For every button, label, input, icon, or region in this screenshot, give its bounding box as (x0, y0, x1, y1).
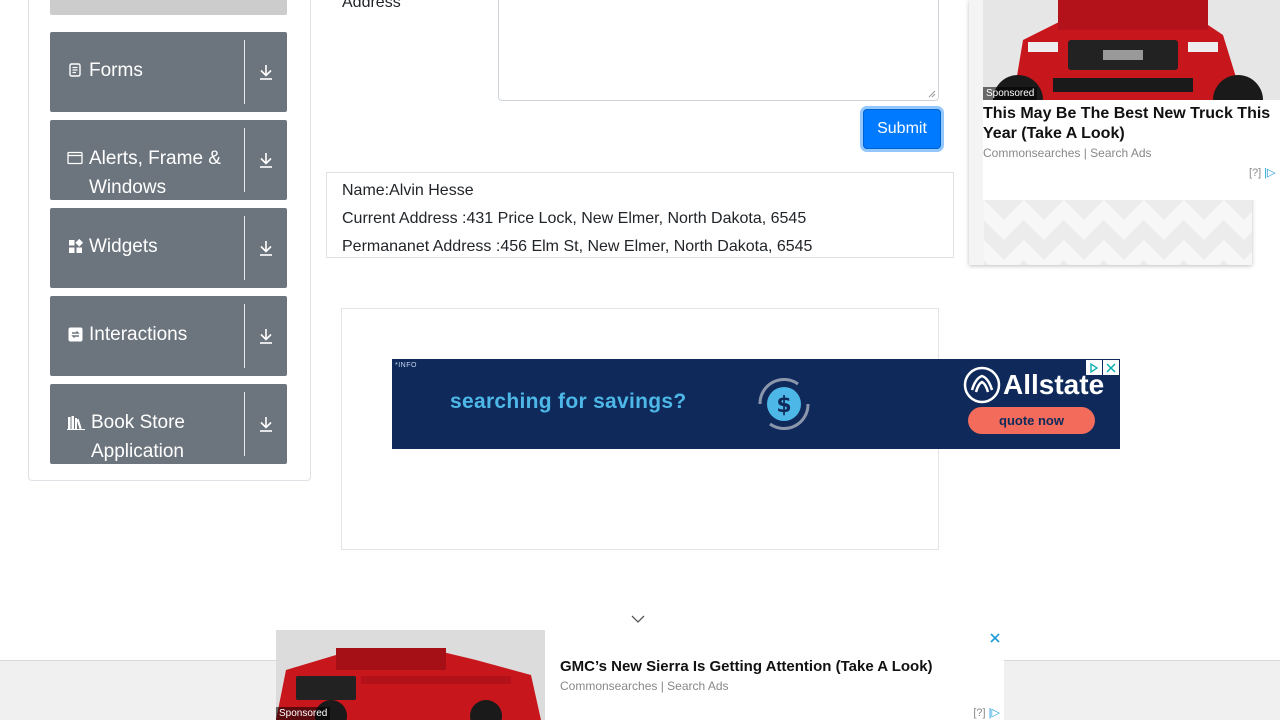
download-arrow-icon[interactable] (245, 208, 287, 288)
download-arrow-icon[interactable] (245, 296, 287, 376)
ad-headline[interactable]: This May Be The Best New Truck This Year… (983, 104, 1280, 144)
output-permanent-address: Permananet Address :456 Elm St, New Elme… (342, 238, 813, 255)
ad-tagline: searching for savings? (450, 390, 687, 413)
sidebar-group-widgets[interactable]: Widgets (50, 208, 287, 288)
sidebar-group-label: Alerts, Frame & Windows (89, 148, 221, 198)
adchoices-icon[interactable]: |▷ (1264, 167, 1275, 179)
sidebar-group-alerts[interactable]: Alerts, Frame & Windows (50, 120, 287, 200)
quote-now-button[interactable]: quote now (968, 407, 1095, 434)
sponsored-label: Sponsored (276, 707, 331, 720)
ad-help-link[interactable]: [?] |▷ (1249, 166, 1276, 179)
sidebar-collapsed-panel[interactable] (50, 0, 287, 15)
sidebar-group-forms[interactable]: Forms (50, 32, 287, 112)
allstate-hands-icon (963, 366, 1001, 404)
right-sponsored-card[interactable]: Sponsored This May Be The Best New Truck… (983, 0, 1280, 200)
sidebar-group-label: Forms (89, 60, 143, 81)
adchoices-icon[interactable] (1086, 360, 1102, 375)
download-arrow-icon[interactable] (245, 32, 287, 112)
download-arrow-icon[interactable] (245, 384, 287, 464)
ad-info-label: *INFO (395, 362, 417, 369)
truck-image[interactable]: Sponsored (276, 630, 545, 720)
form-icon (67, 62, 83, 78)
adchoices-icon[interactable]: |▷ (989, 707, 1000, 719)
ad-background-pattern (984, 200, 1252, 265)
sidebar-group-label: Widgets (89, 236, 158, 257)
dollar-coin-icon: $ (746, 366, 822, 447)
widgets-icon (67, 238, 83, 254)
truck-image[interactable]: Sponsored (983, 0, 1280, 100)
bottom-sponsored-ad[interactable]: Sponsored GMC’s New Sierra Is Getting At… (276, 630, 1004, 720)
ad-source: Commonsearches | Search Ads (983, 146, 1152, 160)
allstate-banner-ad[interactable]: *INFO searching for savings? $ Allstate … (392, 359, 1120, 449)
download-arrow-icon[interactable] (245, 120, 287, 200)
interactions-icon (67, 326, 83, 342)
ad-help-link[interactable]: [?] |▷ (973, 706, 1000, 719)
ad-source: Commonsearches | Search Ads (560, 679, 729, 693)
chevron-down-icon[interactable] (630, 612, 646, 630)
ad-help-text: [?] (973, 707, 986, 719)
ad-help-text: [?] (1249, 167, 1262, 179)
sidebar-group-label: Book Store Application (91, 412, 185, 462)
output-current-address: Current Address :431 Price Lock, New Elm… (342, 210, 807, 227)
address-label: Address (342, 0, 401, 11)
address-textarea[interactable] (498, 0, 939, 101)
books-icon (67, 414, 85, 430)
sidebar-group-label: Interactions (89, 324, 188, 345)
sidebar-group-book-store[interactable]: Book Store Application (50, 384, 287, 464)
submit-button[interactable]: Submit (863, 109, 941, 149)
ad-close-icon[interactable] (1103, 360, 1119, 375)
resize-grip-icon[interactable] (928, 90, 936, 98)
svg-text:$: $ (776, 393, 791, 418)
sidebar-group-interactions[interactable]: Interactions (50, 296, 287, 376)
allstate-brand: Allstate (963, 366, 1104, 404)
output-box: Name:Alvin Hesse Current Address :431 Pr… (326, 172, 954, 258)
ad-headline[interactable]: GMC’s New Sierra Is Getting Attention (T… (560, 658, 933, 675)
window-icon (67, 150, 83, 166)
close-icon[interactable] (988, 631, 1002, 645)
output-name: Name:Alvin Hesse (342, 182, 474, 199)
sponsored-label: Sponsored (983, 87, 1038, 100)
